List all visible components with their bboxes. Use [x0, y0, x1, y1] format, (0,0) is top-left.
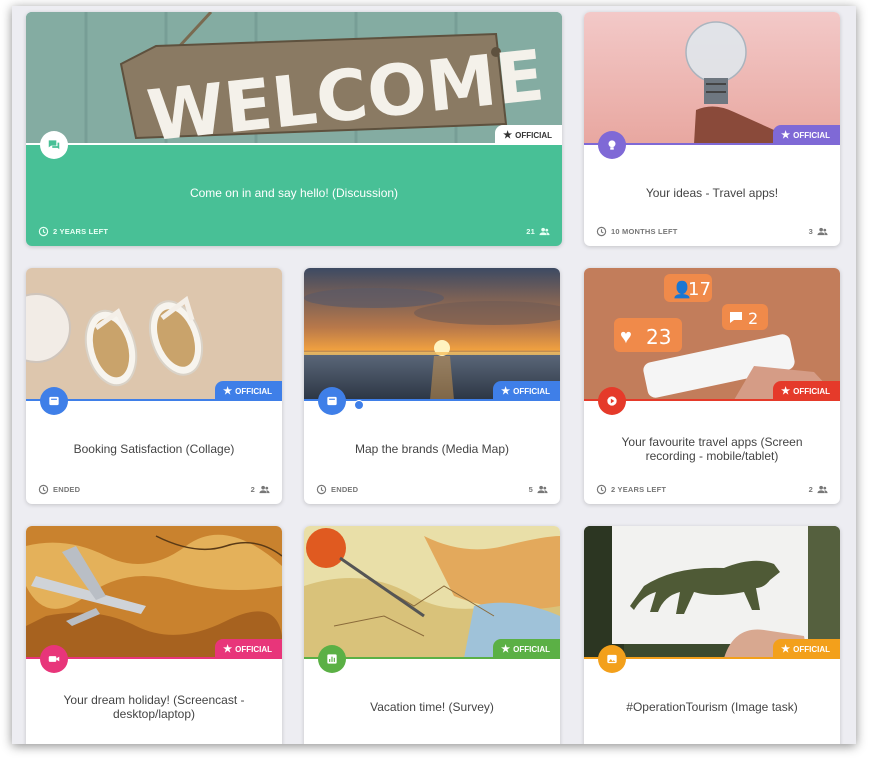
participant-count: 2 — [250, 484, 255, 494]
clock-icon — [316, 484, 327, 494]
card-footer: 2 YEARS LEFT 21 — [38, 224, 550, 238]
clock-icon — [38, 226, 49, 236]
card-operation-tourism[interactable]: ★ OFFICIAL #OperationTourism (Image task… — [584, 526, 840, 744]
star-icon: ★ — [223, 385, 233, 397]
badge-label: OFFICIAL — [235, 386, 272, 396]
screencast-icon — [40, 645, 68, 673]
clock-icon — [596, 226, 607, 236]
people-icon — [817, 485, 828, 493]
card-color-strip — [26, 143, 562, 145]
card-title: Vacation time! (Survey) — [370, 700, 494, 714]
time-remaining: 2 YEARS LEFT — [611, 484, 667, 494]
people-icon — [539, 227, 550, 235]
card-map-the-brands[interactable]: ★ OFFICIAL Map the brands (Media Map) EN… — [304, 268, 560, 504]
image-task-icon — [598, 645, 626, 673]
participant-count: 21 — [526, 226, 535, 236]
card-title: Your dream holiday! (Screencast - deskto… — [63, 693, 245, 721]
badge-label: OFFICIAL — [793, 130, 830, 140]
time-remaining: 10 MONTHS LEFT — [611, 226, 678, 236]
badge-label: OFFICIAL — [515, 130, 552, 140]
card-dream-holiday[interactable]: ★ OFFICIAL Your dream holiday! (Screenca… — [26, 526, 282, 744]
card-footer: 10 MONTHS LEFT 3 — [596, 224, 828, 238]
people-icon — [537, 485, 548, 493]
star-icon: ★ — [501, 385, 511, 397]
star-icon: ★ — [223, 643, 233, 655]
official-badge: ★ OFFICIAL — [215, 381, 282, 401]
people-icon — [817, 227, 828, 235]
badge-label: OFFICIAL — [793, 644, 830, 654]
screen-recording-icon — [598, 387, 626, 415]
star-icon: ★ — [781, 643, 791, 655]
official-badge: ★ OFFICIAL — [493, 639, 560, 659]
official-badge: ★ OFFICIAL — [495, 125, 562, 145]
time-remaining: ENDED — [331, 484, 359, 494]
comments-count: 2 — [748, 309, 758, 328]
heart-glyph: ♥ — [620, 326, 632, 348]
participant-count: 5 — [528, 484, 533, 494]
card-booking-satisfaction[interactable]: ★ OFFICIAL Booking Satisfaction (Collage… — [26, 268, 282, 504]
official-badge: ★ OFFICIAL — [493, 381, 560, 401]
new-indicator-dot — [354, 400, 364, 410]
star-icon: ★ — [503, 129, 513, 141]
official-badge: ★ OFFICIAL — [773, 125, 840, 145]
card-title: Come on in and say hello! (Discussion) — [189, 186, 399, 200]
card-title: Your favourite travel apps (Screen recor… — [621, 435, 803, 463]
star-icon: ★ — [501, 643, 511, 655]
person-glyph: 👤 — [672, 280, 692, 299]
official-badge: ★ OFFICIAL — [773, 639, 840, 659]
card-title: Your ideas - Travel apps! — [645, 186, 779, 200]
official-badge: ★ OFFICIAL — [773, 381, 840, 401]
card-image-welcome-sign: WELCOME — [26, 12, 562, 144]
badge-label: OFFICIAL — [235, 644, 272, 654]
card-footer: ENDED 2 — [38, 482, 270, 496]
time-remaining: ENDED — [53, 484, 81, 494]
card-footer: ENDED 5 — [316, 482, 548, 496]
people-icon — [259, 485, 270, 493]
clock-icon — [38, 484, 49, 494]
star-icon: ★ — [781, 129, 791, 141]
card-title: Booking Satisfaction (Collage) — [73, 442, 235, 456]
card-favourite-travel-apps[interactable]: 17 👤 ♥ 23 2 ★ OFFICIAL Your favourite tr… — [584, 268, 840, 504]
star-icon: ★ — [781, 385, 791, 397]
idea-icon — [598, 131, 626, 159]
clock-icon — [596, 484, 607, 494]
participant-count: 2 — [808, 484, 813, 494]
collage-icon — [40, 387, 68, 415]
official-badge: ★ OFFICIAL — [215, 639, 282, 659]
survey-icon — [318, 645, 346, 673]
media-map-icon — [318, 387, 346, 415]
time-remaining: 2 YEARS LEFT — [53, 226, 109, 236]
badge-label: OFFICIAL — [793, 386, 830, 396]
likes-count: 23 — [646, 325, 671, 349]
card-title: Map the brands (Media Map) — [354, 442, 510, 456]
card-footer: 2 YEARS LEFT 2 — [596, 482, 828, 496]
badge-label: OFFICIAL — [513, 644, 550, 654]
badge-label: OFFICIAL — [513, 386, 550, 396]
card-your-ideas[interactable]: ★ OFFICIAL Your ideas - Travel apps! 10 … — [584, 12, 840, 246]
card-vacation-time[interactable]: ★ OFFICIAL Vacation time! (Survey) — [304, 526, 560, 744]
participant-count: 3 — [808, 226, 813, 236]
card-welcome-discussion[interactable]: WELCOME ★ OFFICIAL Come on in and say he… — [26, 12, 562, 246]
community-board: WELCOME ★ OFFICIAL Come on in and say he… — [12, 6, 856, 744]
discussion-icon — [40, 131, 68, 159]
card-title: #OperationTourism (Image task) — [626, 700, 798, 714]
